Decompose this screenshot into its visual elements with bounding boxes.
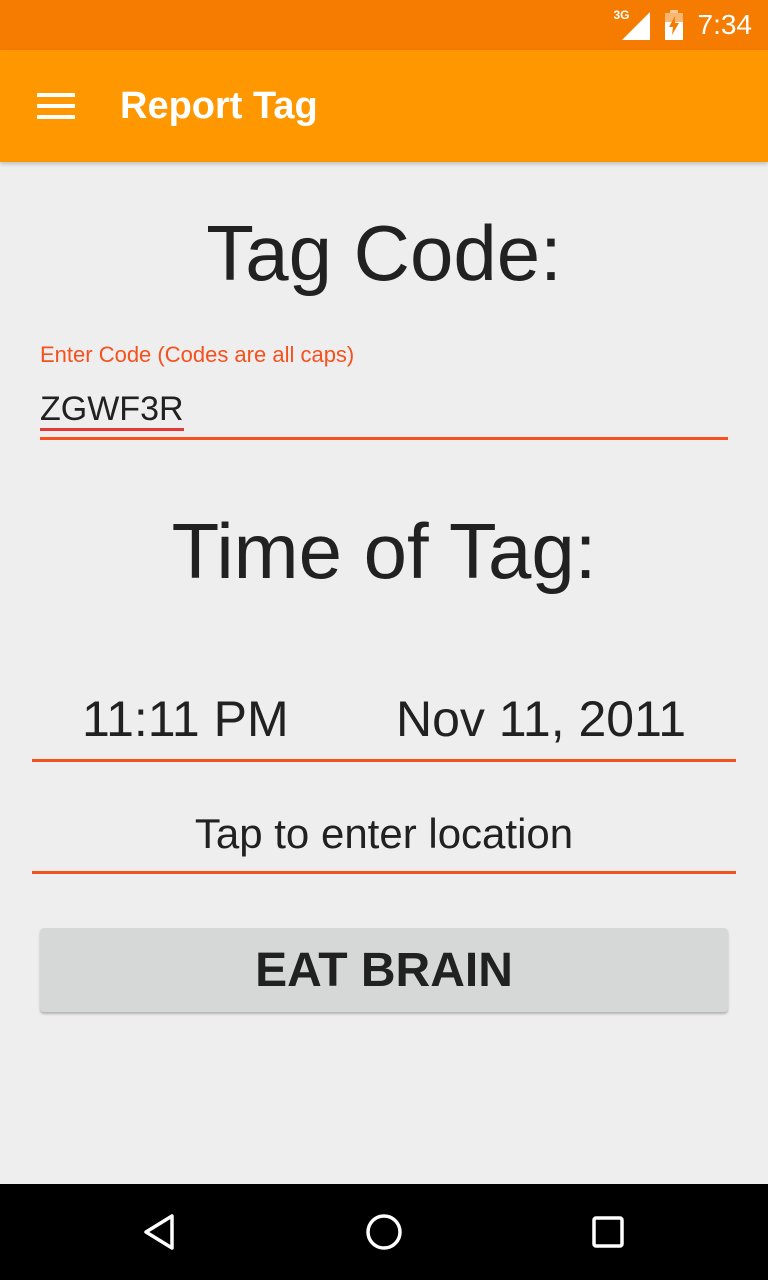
status-icons: 3G 7:34 — [613, 8, 753, 42]
tag-code-heading: Tag Code: — [206, 209, 562, 297]
eat-brain-button[interactable]: EAT BRAIN — [40, 928, 728, 1012]
hamburger-menu-icon[interactable] — [28, 78, 84, 134]
recent-apps-icon[interactable] — [584, 1208, 632, 1256]
tag-code-input[interactable]: ZGWF3R — [40, 384, 728, 440]
code-field-label: Enter Code (Codes are all caps) — [40, 342, 355, 367]
app-bar: Report Tag — [0, 50, 768, 162]
date-picker[interactable]: Nov 11, 2011 — [396, 690, 686, 748]
battery-icon — [664, 10, 684, 40]
location-field[interactable]: Tap to enter location — [32, 802, 736, 874]
report-form: Tag Code: Enter Code (Codes are all caps… — [0, 162, 768, 1184]
time-of-tag-heading: Time of Tag: — [171, 507, 597, 595]
app-title: Report Tag — [120, 84, 318, 127]
tag-code-value[interactable]: ZGWF3R — [40, 390, 184, 431]
datetime-row: 11:11 PM Nov 11, 2011 — [32, 682, 736, 762]
navigation-bar — [0, 1184, 768, 1280]
status-bar: 3G 7:34 — [0, 0, 768, 50]
status-clock: 7:34 — [697, 9, 753, 40]
time-picker[interactable]: 11:11 PM — [82, 690, 289, 748]
signal-icon: 3G — [613, 8, 650, 40]
back-icon[interactable] — [136, 1208, 184, 1256]
home-icon[interactable] — [360, 1208, 408, 1256]
network-type-label: 3G — [613, 8, 630, 22]
location-prompt: Tap to enter location — [194, 810, 574, 857]
